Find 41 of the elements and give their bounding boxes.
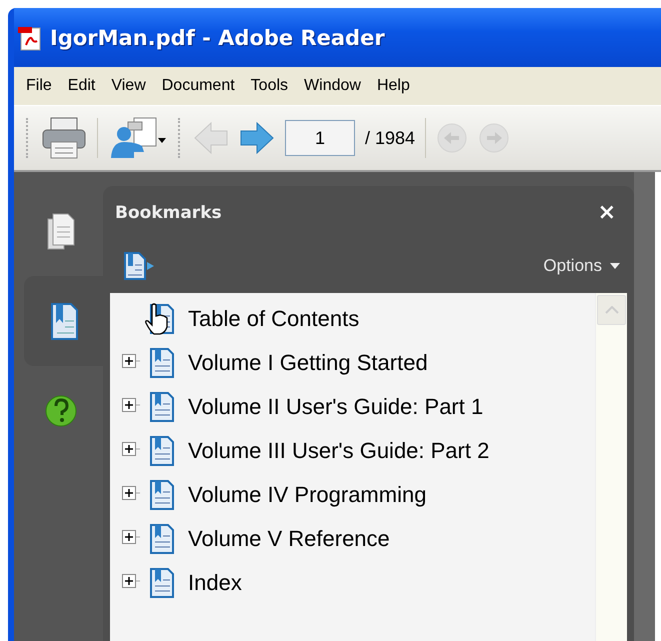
left-arrow-icon [193,120,229,156]
bookmark-item[interactable]: Volume III User's Guide: Part 2 [188,438,490,464]
printer-icon [41,116,87,160]
menu-item[interactable]: File [18,77,60,95]
bookmark-item[interactable]: Table of Contents [188,306,360,332]
chevron-up-icon [604,306,618,314]
menu-item[interactable]: Tools [242,77,296,95]
bookmarks-tab[interactable] [24,276,103,366]
right-arrow-icon [239,120,275,156]
options-menu[interactable]: Options [543,256,620,276]
bookmark-icon [150,480,174,510]
menu-item[interactable]: View [103,77,154,95]
bookmark-item[interactable]: Volume V Reference [188,526,390,552]
expand-bookmark-button[interactable] [123,251,155,281]
print-button[interactable] [41,116,87,160]
bookmark-item[interactable]: Volume I Getting Started [188,350,428,376]
caret-icon [610,263,620,269]
scrollbar[interactable] [595,293,627,641]
bookmark-icon [150,524,174,554]
bookmark-item[interactable]: Volume II User's Guide: Part 1 [188,394,484,420]
bookmark-item[interactable]: Index [188,570,242,596]
bookmark-icon [150,568,174,598]
pdf-icon [18,24,42,50]
page-number-field[interactable]: 1 [285,120,355,156]
hand-cursor-icon [143,303,169,335]
next-button[interactable] [239,120,275,156]
menu-item[interactable]: Window [296,77,369,95]
menu-item[interactable]: Edit [60,77,104,95]
bookmark-arrow-icon [123,251,155,281]
menu-item[interactable]: Document [154,77,243,95]
window-title: IgorMan.pdf - Adobe Reader [50,26,385,50]
bookmark-icon [150,436,174,466]
bookmark-icon [150,392,174,422]
bookmark-icon [150,348,174,378]
panel-title: Bookmarks [115,202,222,222]
page-count: / 1984 [365,128,416,148]
bookmark-item[interactable]: Volume IV Programming [188,482,426,508]
close-button[interactable]: × [598,200,616,225]
person-document-icon [108,116,168,160]
share-button[interactable] [108,116,168,160]
menu-item[interactable]: Help [368,77,418,95]
